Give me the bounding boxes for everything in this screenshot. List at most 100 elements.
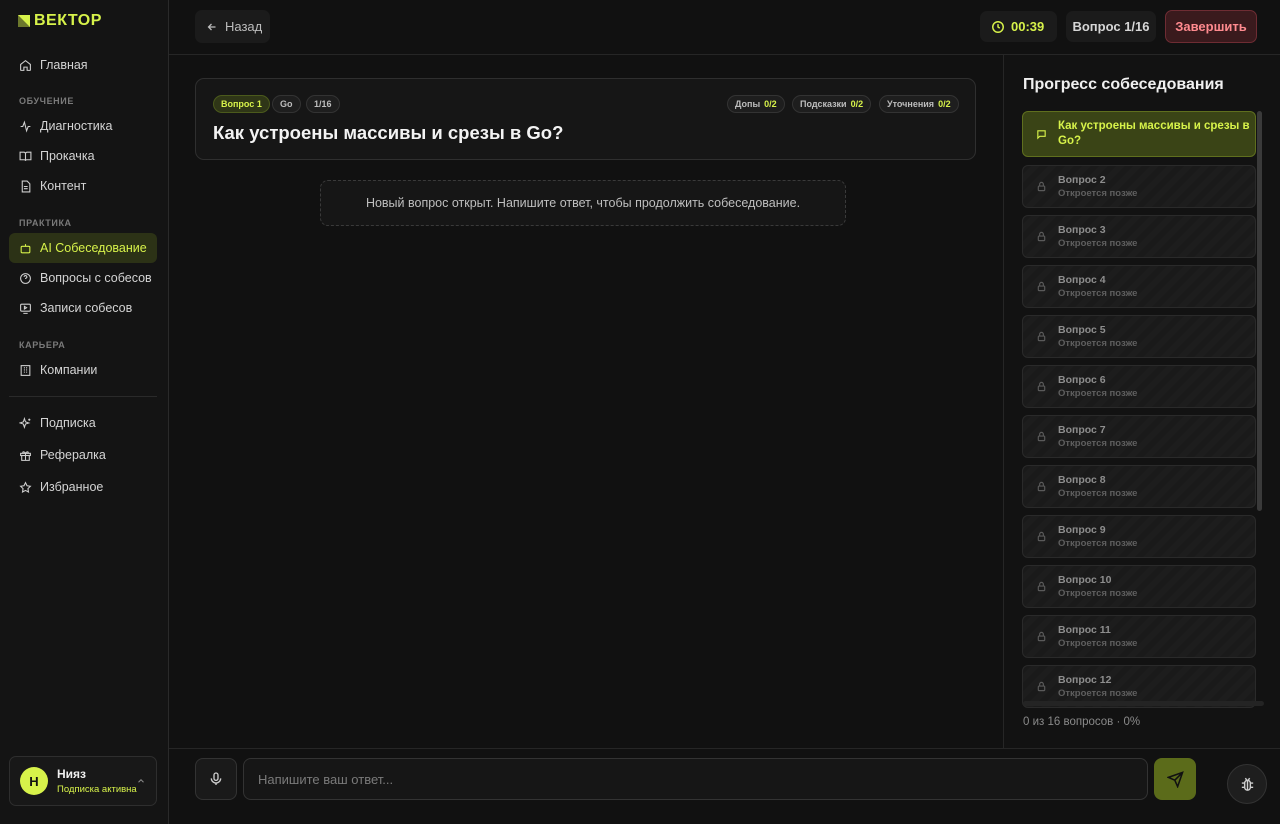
video-icon [20, 303, 31, 314]
progress-item-locked[interactable]: Вопрос 4 Откроется позже [1022, 265, 1256, 308]
sidebar-item-home[interactable]: Главная [9, 50, 157, 80]
avatar: Н [20, 767, 48, 795]
progress-item-label: Вопрос 6 [1058, 374, 1106, 386]
sidebar-item-label: Рефералка [40, 448, 106, 462]
sidebar: ВЕКТОР Главная ОБУЧЕНИЕ Диагностика Прок… [0, 0, 169, 824]
document-icon [21, 180, 31, 192]
new-question-notice: Новый вопрос открыт. Напишите ответ, что… [320, 180, 846, 226]
microphone-button[interactable] [195, 758, 237, 800]
sidebar-item-label: Контент [40, 179, 87, 193]
sidebar-item-label: Подписка [40, 416, 96, 430]
progress-item-current[interactable]: Как устроены массивы и срезы в Go? [1022, 111, 1256, 157]
star-icon [19, 480, 32, 493]
bug-report-button[interactable] [1227, 764, 1267, 804]
lock-icon [1037, 381, 1046, 392]
progress-footer: 0 из 16 вопросов · 0% [1023, 716, 1141, 728]
progress-item-label: Вопрос 2 [1058, 174, 1106, 186]
logo[interactable]: ВЕКТОР [18, 12, 102, 30]
progress-scrollbar[interactable] [1257, 111, 1262, 511]
progress-item-label: Вопрос 5 [1058, 324, 1106, 336]
progress-item-locked[interactable]: Вопрос 5 Откроется позже [1022, 315, 1256, 358]
sidebar-item-interview-questions[interactable]: Вопросы с собесов [9, 263, 157, 293]
progress-bar [1023, 701, 1264, 706]
progress-item-text: Вопрос 10 Откроется позже [1058, 574, 1137, 599]
send-icon [1166, 770, 1184, 788]
sidebar-item-label: Главная [40, 58, 88, 72]
lock-icon [1037, 631, 1046, 642]
robot-icon [20, 243, 31, 253]
answer-input[interactable] [243, 758, 1148, 800]
timer-value: 00:39 [1011, 19, 1045, 34]
progress-item-label: Вопрос 4 [1058, 274, 1106, 286]
progress-item-label: Вопрос 7 [1058, 424, 1106, 436]
topbar: Назад 00:39 Вопрос 1/16 Завершить [169, 0, 1280, 55]
user-card[interactable]: Н Нияз Подписка активна [9, 756, 157, 806]
question-card: Вопрос 1 Go 1/16 Допы 0/2 Подсказки 0/2 Ут… [195, 78, 976, 160]
progress-item-sub: Откроется позже [1058, 338, 1138, 349]
lock-icon [1037, 431, 1046, 442]
progress-item-locked[interactable]: Вопрос 8 Откроется позже [1022, 465, 1256, 508]
progress-item-locked[interactable]: Вопрос 2 Откроется позже [1022, 165, 1256, 208]
sidebar-item-favorites[interactable]: Избранное [9, 472, 157, 502]
sidebar-item-ai-interview[interactable]: AI Собеседование [9, 233, 157, 263]
progress-item-sub: Откроется позже [1058, 238, 1138, 249]
progress-item-text: Вопрос 3 Откроется позже [1058, 224, 1137, 249]
sidebar-item-referral[interactable]: Рефералка [9, 440, 157, 470]
chevron-up-icon [138, 779, 144, 783]
sidebar-item-label: Избранное [40, 480, 104, 494]
progress-list[interactable]: Как устроены массивы и срезы в Go? Вопро… [1022, 111, 1258, 735]
sidebar-item-label: Компании [40, 363, 98, 377]
progress-item-text: Вопрос 7 Откроется позже [1058, 424, 1137, 449]
clarifications-chip: Уточнения 0/2 [879, 95, 959, 113]
section-label-learning: ОБУЧЕНИЕ [19, 96, 74, 106]
progress-item-label: Вопрос 10 [1058, 574, 1112, 586]
hints-chip: Подсказки 0/2 [792, 95, 872, 113]
progress-item-locked[interactable]: Вопрос 3 Откроется позже [1022, 215, 1256, 258]
message-icon [1037, 129, 1046, 140]
sidebar-item-diagnostics[interactable]: Диагностика [9, 111, 157, 141]
progress-item-sub: Откроется позже [1058, 288, 1138, 299]
progress-item-label: Вопрос 8 [1058, 474, 1106, 486]
sidebar-item-subscription[interactable]: Подписка [9, 408, 157, 438]
lock-icon [1037, 581, 1046, 592]
progress-item-text: Вопрос 12 Откроется позже [1058, 674, 1137, 699]
progress-item-locked[interactable]: Вопрос 10 Откроется позже [1022, 565, 1256, 608]
logo-mark-icon [18, 15, 30, 27]
sidebar-item-label: Диагностика [40, 119, 113, 133]
sparkles-icon [19, 416, 31, 429]
progress-item-text: Вопрос 8 Откроется позже [1058, 474, 1137, 499]
send-button[interactable] [1154, 758, 1196, 800]
sidebar-item-companies[interactable]: Компании [9, 355, 157, 385]
bug-icon [1241, 777, 1253, 791]
progress-item-label: Как устроены массивы и срезы в Go? [1058, 120, 1250, 147]
progress-item-sub: Откроется позже [1058, 488, 1138, 499]
progress-item-locked[interactable]: Вопрос 11 Откроется позже [1022, 615, 1256, 658]
back-button[interactable]: Назад [195, 10, 270, 43]
progress-item-locked[interactable]: Вопрос 7 Откроется позже [1022, 415, 1256, 458]
composer [169, 748, 1280, 824]
clarifications-value: 0/2 [938, 99, 951, 109]
sidebar-item-interview-records[interactable]: Записи собесов [9, 293, 157, 323]
sidebar-item-content[interactable]: Контент [9, 171, 157, 201]
lock-icon [1037, 181, 1046, 192]
sidebar-item-label: AI Собеседование [40, 241, 147, 255]
hints-value: 0/2 [850, 99, 864, 109]
progress-item-sub: Откроется позже [1058, 688, 1138, 699]
progress-item-sub: Откроется позже [1058, 588, 1138, 599]
progress-item-locked[interactable]: Вопрос 6 Откроется позже [1022, 365, 1256, 408]
main-area: Вопрос 1 Go 1/16 Допы 0/2 Подсказки 0/2 Ут… [169, 55, 1003, 748]
gift-icon [20, 450, 31, 461]
progress-item-sub: Откроется позже [1058, 438, 1138, 449]
finish-button[interactable]: Завершить [1165, 10, 1257, 43]
lock-icon [1037, 481, 1046, 492]
clarifications-label: Уточнения [887, 99, 935, 109]
book-icon [19, 151, 32, 161]
lock-icon [1037, 281, 1046, 292]
progress-item-label: Вопрос 12 [1058, 674, 1112, 686]
progress-item-locked[interactable]: Вопрос 9 Откроется позже [1022, 515, 1256, 558]
extras-label: Допы [735, 99, 761, 109]
sidebar-item-training[interactable]: Прокачка [9, 141, 157, 171]
arrow-left-icon [207, 23, 216, 30]
progress-item-label: Вопрос 9 [1058, 524, 1106, 536]
logo-text: ВЕКТОР [34, 12, 102, 29]
